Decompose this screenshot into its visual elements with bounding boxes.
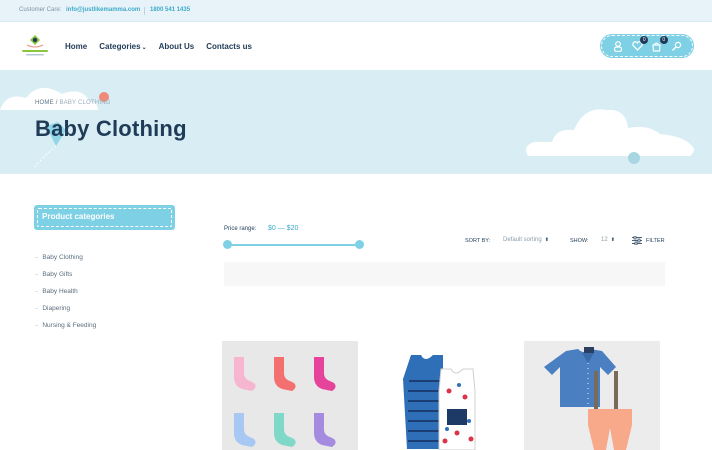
category-label: Diapering (42, 305, 71, 312)
wishlist-count-badge: 0 (640, 36, 649, 44)
account-icon[interactable] (611, 39, 625, 53)
category-label: Baby Clothing (42, 254, 83, 261)
show-count-select[interactable]: 12 ⬍ (601, 237, 615, 243)
cart-count-badge: 0 (659, 36, 668, 44)
product-card-socks[interactable] (222, 341, 358, 450)
bullet-icon: – (35, 288, 39, 295)
bullet-icon: – (35, 254, 39, 261)
sort-arrows-icon: ⬍ (544, 237, 549, 243)
price-range-label: Price range: (224, 226, 257, 232)
filter-button[interactable]: FILTER (632, 236, 665, 245)
category-label: Nursing & Feeding (42, 322, 97, 329)
customer-care-phone[interactable]: 1800 541 1435 (150, 7, 190, 13)
customer-care-email[interactable]: info@justlikemamma.com (66, 7, 140, 13)
price-slider-track[interactable] (227, 244, 359, 246)
category-item-diapering[interactable]: – Diapering (35, 300, 96, 317)
category-label: Baby Gifts (42, 271, 73, 278)
sort-select[interactable]: Default sorting ⬍ (503, 237, 549, 243)
bullet-icon: – (35, 322, 39, 329)
filter-label: FILTER (646, 237, 665, 244)
nav-about-label: About Us (158, 42, 195, 51)
site-header: Home Categories⌄ About Us Contacts us 0 … (0, 22, 712, 70)
rompers-image (373, 341, 509, 450)
logo-icon (22, 35, 48, 56)
customer-care-label: Customer Care: (19, 7, 62, 13)
category-item-nursing-feeding[interactable]: – Nursing & Feeding (35, 317, 96, 334)
product-categories-header: Product categories (34, 205, 175, 230)
bullet-icon: – (35, 305, 39, 312)
nav-categories[interactable]: Categories⌄ (99, 42, 146, 51)
nav-home[interactable]: Home (65, 42, 87, 51)
chevron-down-icon: ⌄ (141, 45, 147, 51)
nav-contacts[interactable]: Contacts us (206, 42, 252, 51)
sort-by-label: SORT BY: (465, 238, 491, 244)
show-count-value: 12 (601, 237, 608, 243)
nav-home-label: Home (65, 42, 88, 51)
shop-notice-bar (224, 262, 665, 286)
category-item-baby-gifts[interactable]: – Baby Gifts (35, 266, 96, 283)
breadcrumb: HOME / BABY CLOTHING (35, 100, 111, 106)
breadcrumb-current: BABY CLOTHING (59, 100, 111, 106)
header-icons: 0 0 (600, 34, 694, 58)
nav-about-us[interactable]: About Us (159, 42, 195, 51)
product-card-rompers[interactable] (373, 341, 509, 450)
category-list: – Baby Clothing – Baby Gifts – Baby Health … (35, 249, 96, 334)
wishlist-icon[interactable]: 0 (630, 36, 649, 53)
nav-categories-label: Categories (99, 42, 141, 51)
product-categories-title: Product categories (42, 212, 115, 221)
show-label: SHOW: (570, 238, 589, 244)
price-slider-min-handle[interactable] (223, 240, 232, 249)
breadcrumb-home[interactable]: HOME (35, 100, 54, 106)
category-item-baby-health[interactable]: – Baby Health (35, 283, 96, 300)
search-icon[interactable] (669, 39, 683, 53)
page-title: Baby Clothing (35, 116, 187, 141)
product-card-denim-set[interactable] (524, 341, 660, 450)
category-label: Baby Health (42, 288, 78, 295)
top-bar: Customer Care: info@justlikemamma.com 18… (0, 0, 712, 22)
denim-set-image (524, 341, 660, 450)
bullet-icon: – (35, 271, 39, 278)
breadcrumb-separator: / (55, 100, 58, 106)
sort-select-value: Default sorting (503, 237, 542, 243)
filter-icon (632, 236, 642, 245)
page-hero: HOME / BABY CLOTHING Baby Clothing (0, 70, 712, 174)
site-logo[interactable] (18, 33, 52, 59)
socks-image (222, 341, 358, 450)
nav-contacts-label: Contacts us (206, 42, 252, 51)
price-slider-max-handle[interactable] (355, 240, 364, 249)
main-nav: Home Categories⌄ About Us Contacts us (65, 42, 252, 51)
show-arrows-icon: ⬍ (610, 237, 615, 243)
price-range-value: $0 — $20 (268, 225, 299, 232)
category-item-baby-clothing[interactable]: – Baby Clothing (35, 249, 96, 266)
cart-icon[interactable]: 0 (650, 36, 668, 53)
divider (144, 7, 145, 15)
